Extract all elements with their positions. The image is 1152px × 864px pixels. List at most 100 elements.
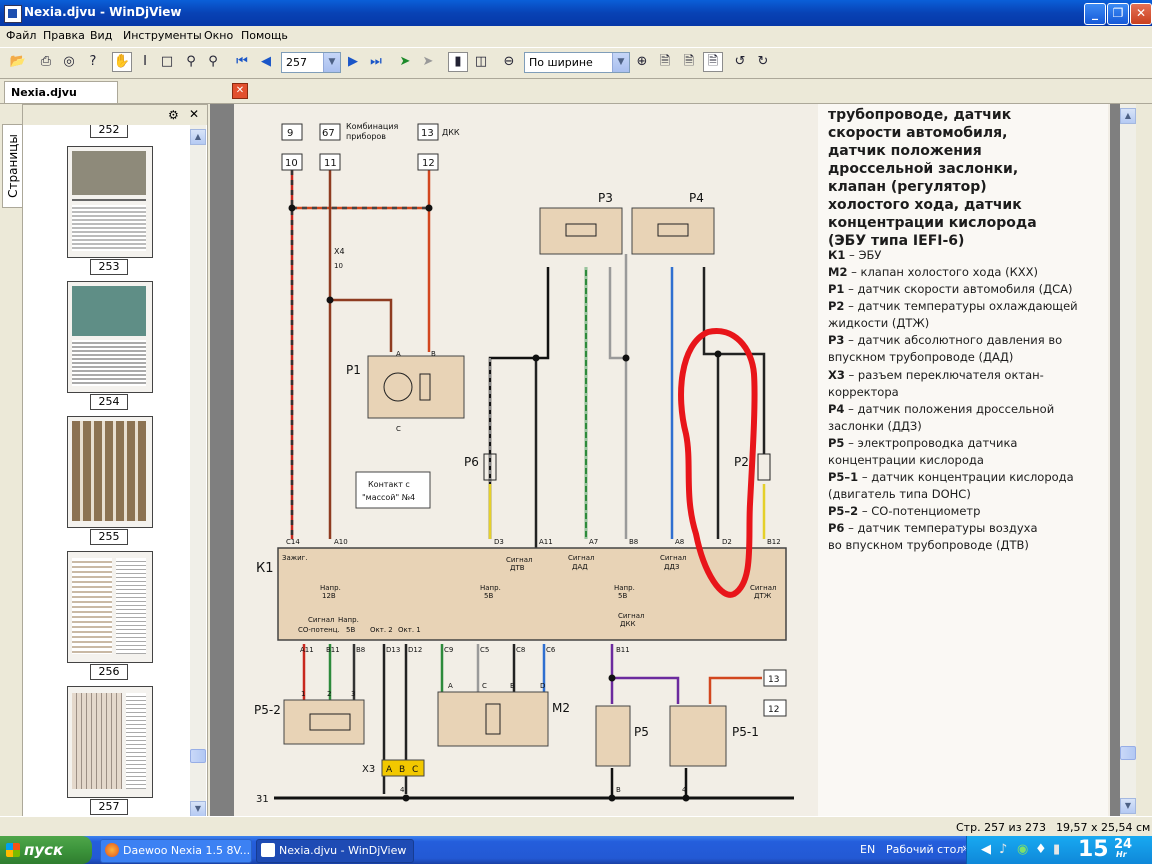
scroll-thumb[interactable] — [1120, 746, 1136, 760]
thumbnail-page-256[interactable] — [67, 551, 153, 663]
ref-box-13: 13 — [421, 128, 434, 139]
page-number-combo[interactable]: 257 ▼ — [281, 52, 341, 73]
page-heading: трубопроводе, датчик скорости автомобиля… — [828, 106, 1103, 250]
page-label-252[interactable]: 252 — [90, 125, 128, 138]
heading-line: дроссельной заслонки, — [828, 161, 1019, 177]
shield-icon[interactable]: ♦ — [1035, 842, 1047, 857]
document-scrollbar[interactable]: ▲ ▼ — [1120, 104, 1136, 816]
rotate-right-icon[interactable]: ↻ — [754, 53, 772, 71]
maximize-button[interactable]: ❐ — [1107, 3, 1129, 25]
page-label-256[interactable]: 256 — [90, 664, 128, 680]
close-panel-icon[interactable]: ✕ — [189, 107, 199, 121]
find-binoculars-icon[interactable]: ◎ — [60, 53, 78, 71]
menu-tools[interactable]: Инструменты — [123, 29, 202, 42]
scroll-up-icon[interactable]: ▲ — [1120, 108, 1136, 124]
legend-item: Р3 – датчик абсолютного давления во — [828, 333, 1063, 347]
thumbnail-page-255[interactable] — [67, 416, 153, 528]
tab-close-icon[interactable]: ✕ — [232, 83, 248, 99]
label-p5-1: Р5-1 — [732, 725, 759, 739]
page-text-column: трубопроводе, датчик скорости автомобиля… — [818, 104, 1108, 816]
page-label-255[interactable]: 255 — [90, 529, 128, 545]
windjview-app-icon[interactable] — [4, 5, 22, 23]
p1-pin-a: A — [396, 350, 401, 358]
back-arrow-tray-icon[interactable]: ◀ — [981, 842, 991, 857]
windows-logo-icon — [6, 843, 20, 857]
rotate-left-icon[interactable]: ↺ — [731, 53, 749, 71]
ecu-label-5va: 5В — [484, 592, 493, 600]
document-view[interactable]: 9 67 13 10 11 12 Комбинация приборов ДКК… — [210, 104, 1136, 816]
tab-nexia[interactable]: Nexia.djvu — [4, 81, 118, 103]
rect-select-icon[interactable]: □ — [158, 53, 176, 71]
gear-icon[interactable]: ⚙ — [168, 108, 179, 122]
fit-page-icon[interactable]: 🗎 — [656, 53, 674, 71]
zoom-icon[interactable]: ⚲ — [182, 53, 200, 71]
ecu-label-signal-co: Сигнал — [308, 616, 334, 624]
next-page-icon[interactable]: ▶ — [344, 53, 362, 71]
first-page-icon[interactable]: ⏮ — [233, 53, 251, 71]
prev-page-icon[interactable]: ◀ — [257, 53, 275, 71]
pages-vertical-tab[interactable]: Страницы — [2, 124, 24, 208]
scroll-up-icon[interactable]: ▲ — [190, 129, 206, 145]
actual-size-icon[interactable]: 🗎 — [703, 52, 723, 72]
clock-suffix: Hr — [1116, 850, 1127, 859]
ecu-pin-bottom-c6: C6 — [546, 646, 556, 654]
document-tab-bar: Nexia.djvu ✕ — [0, 79, 1152, 104]
page-label-254[interactable]: 254 — [90, 394, 128, 410]
forward-icon[interactable]: ➤ — [396, 53, 414, 71]
zoom-combo[interactable]: По ширине ▼ — [524, 52, 630, 73]
two-pages-icon[interactable]: ◫ — [472, 53, 490, 71]
page-label-253[interactable]: 253 — [90, 259, 128, 275]
open-folder-icon[interactable]: 📂 — [9, 53, 27, 71]
scroll-down-icon[interactable]: ▼ — [190, 801, 206, 817]
minimize-button[interactable]: _ — [1084, 3, 1106, 25]
zoom-rect-icon[interactable]: ⚲ — [204, 53, 222, 71]
zoom-in-icon[interactable]: ⊕ — [633, 53, 651, 71]
menu-help[interactable]: Помощь — [241, 29, 288, 42]
usb-icon[interactable]: ▮ — [1053, 842, 1060, 857]
fit-width-icon[interactable]: 🗎 — [680, 53, 698, 71]
start-button[interactable]: пуск — [0, 836, 92, 864]
label-x4: Х4 — [334, 247, 345, 256]
menu-view[interactable]: Вид — [90, 29, 112, 42]
taskbar-item-firefox[interactable]: Daewoo Nexia 1.5 8V... — [100, 839, 252, 863]
wiring-diagram: 9 67 13 10 11 12 Комбинация приборов ДКК… — [254, 122, 794, 805]
legend-item: (двигатель типа DOHC) — [828, 487, 971, 501]
desktop-toolbar[interactable]: Рабочий стол — [886, 843, 963, 856]
legend-item: Р5–1 – датчик концентрации кислорода — [828, 470, 1074, 484]
menu-window[interactable]: Окно — [204, 29, 233, 42]
print-icon[interactable]: ⎙ — [37, 53, 55, 71]
thumbnail-list[interactable]: 252 253 254 255 256 257 — [23, 125, 189, 817]
menu-file[interactable]: Файл — [6, 29, 36, 42]
thumbnail-page-253[interactable] — [67, 146, 153, 258]
network-icon[interactable]: ◉ — [1017, 842, 1028, 857]
text-select-icon[interactable]: I — [136, 53, 154, 71]
taskbar-item-windjview[interactable]: Nexia.djvu - WinDjView — [256, 839, 414, 863]
help-question-icon[interactable]: ? — [84, 53, 102, 71]
close-button[interactable]: ✕ — [1130, 3, 1152, 25]
thumbnail-page-257[interactable] — [67, 686, 153, 798]
scroll-thumb[interactable] — [190, 749, 206, 763]
single-page-icon[interactable]: ▮ — [448, 52, 468, 72]
p52-pin-3: 3 — [351, 690, 355, 698]
hand-tool-icon[interactable]: ✋ — [112, 52, 132, 72]
menu-edit[interactable]: Правка — [43, 29, 85, 42]
ecu-pin-a7: A7 — [589, 538, 598, 546]
page-label-257[interactable]: 257 — [90, 799, 128, 815]
thumbnail-page-254[interactable] — [67, 281, 153, 393]
scroll-down-icon[interactable]: ▼ — [1120, 798, 1136, 814]
language-indicator[interactable]: EN — [860, 843, 875, 856]
label-p5-2: Р5-2 — [254, 703, 281, 717]
back-icon[interactable]: ➤ — [419, 53, 437, 71]
label-p2: Р2 — [734, 455, 749, 469]
zoom-out-icon[interactable]: ⊖ — [500, 53, 518, 71]
last-page-icon[interactable]: ⏭ — [367, 53, 385, 71]
windjview-icon — [261, 843, 275, 857]
ground-pin-4a: 4 — [400, 786, 405, 794]
speaker-icon[interactable]: ♪ — [999, 842, 1007, 857]
legend-item: впускном трубопроводе (ДАД) — [828, 350, 1014, 364]
chevron-down-icon[interactable]: ▼ — [612, 53, 629, 72]
chevron-down-icon[interactable]: ▼ — [323, 53, 340, 72]
thumbnail-scrollbar[interactable]: ▲ ▼ — [190, 125, 206, 817]
ref-box-11: 11 — [324, 158, 337, 169]
legend-item: Р5 – электропроводка датчика — [828, 436, 1018, 450]
